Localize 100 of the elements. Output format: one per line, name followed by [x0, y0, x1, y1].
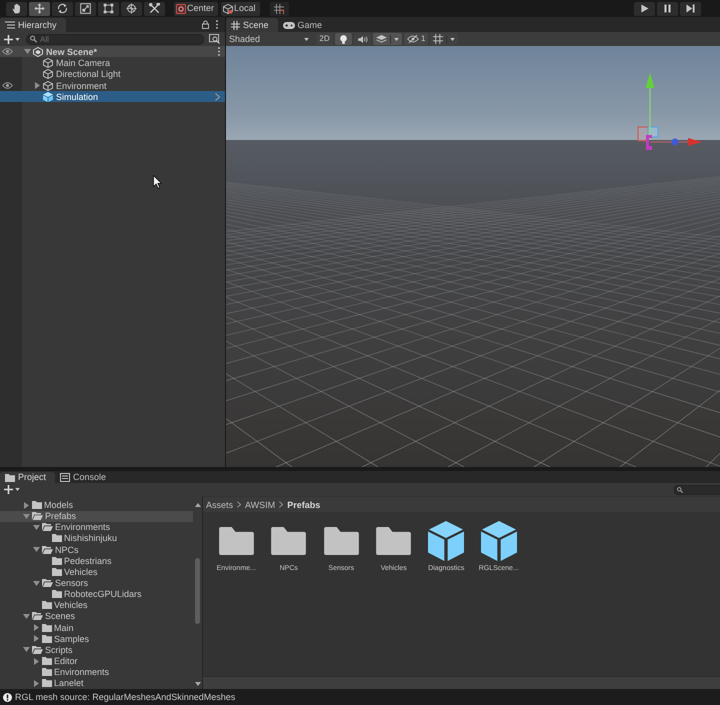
hand-tool-button[interactable]	[6, 2, 27, 16]
folder-item[interactable]: Vehicles	[0, 600, 193, 611]
scroll-up-icon[interactable]	[194, 503, 200, 507]
caret-icon	[450, 38, 456, 40]
folder-item[interactable]: Lanelet	[0, 678, 193, 689]
play-button[interactable]	[634, 2, 655, 16]
chevron-right-icon	[237, 501, 242, 508]
folder-item[interactable]: Prefabs	[0, 510, 193, 522]
move-tool-button[interactable]	[29, 2, 50, 16]
folder-icon	[324, 527, 359, 555]
arrow-down-icon[interactable]	[32, 580, 40, 586]
audio-toggle[interactable]	[354, 33, 371, 45]
arrow-down-icon[interactable]	[32, 524, 40, 530]
scrollbar-thumb[interactable]	[195, 558, 200, 624]
scale-tool-button[interactable]	[75, 2, 96, 16]
arrow-right-icon[interactable]	[34, 624, 38, 632]
hierarchy-item[interactable]: Environment	[0, 80, 225, 92]
pivot-button[interactable]: Center	[174, 2, 218, 16]
scene-header[interactable]: New Scene*	[0, 46, 225, 58]
eye-icon[interactable]	[2, 48, 13, 56]
hierarchy-item[interactable]: Directional Light	[0, 68, 225, 80]
scroll-down-icon[interactable]	[194, 682, 200, 686]
panel-tab[interactable]: Console	[55, 472, 116, 483]
folder-item[interactable]: Environments	[0, 666, 193, 678]
folder-item[interactable]: Scenes	[0, 610, 193, 622]
chevron-right-icon[interactable]	[215, 92, 220, 101]
speaker-icon	[358, 36, 368, 42]
folder-item[interactable]: Main	[0, 622, 193, 634]
console-icon	[60, 473, 70, 482]
lock-icon[interactable]	[202, 20, 209, 29]
add-button[interactable]	[3, 34, 21, 44]
add-button[interactable]	[3, 484, 21, 495]
arrow-down-icon[interactable]	[22, 514, 30, 519]
panel-tab[interactable]: Hierarchy	[0, 18, 66, 32]
folder-item[interactable]: Models	[0, 500, 193, 511]
hash-icon	[231, 20, 240, 30]
open-folder-icon	[32, 646, 43, 654]
folder-item[interactable]: Environments	[0, 522, 193, 533]
folder-item[interactable]: Pedestrians	[0, 555, 193, 566]
hierarchy-item[interactable]: Simulation	[0, 91, 225, 102]
open-folder-icon	[32, 612, 43, 620]
play-icon	[640, 4, 649, 13]
breadcrumb-link[interactable]: Assets	[206, 500, 234, 510]
search-by-type-icon[interactable]	[209, 34, 220, 44]
search-icon	[30, 36, 37, 42]
transform-tool-button[interactable]	[121, 2, 142, 16]
custom-tool-button[interactable]	[144, 2, 165, 16]
arrow-down-icon[interactable]	[22, 647, 30, 652]
lighting-toggle[interactable]	[335, 33, 352, 45]
list-icon	[5, 21, 15, 29]
space-button[interactable]: Local	[221, 2, 260, 16]
panel-tab[interactable]: Game	[278, 18, 332, 32]
folder-item[interactable]: Samples	[0, 633, 193, 644]
arrow-right-icon[interactable]	[34, 635, 38, 642]
folder-item[interactable]: NPCs	[0, 544, 193, 556]
breadcrumb-link[interactable]: Prefabs	[287, 500, 320, 510]
arrow-down-icon[interactable]	[22, 614, 30, 619]
open-folder-icon	[42, 546, 53, 554]
alert-icon	[3, 692, 12, 702]
move-arrows-icon	[34, 3, 45, 14]
folder-item[interactable]: Scripts	[0, 644, 193, 656]
arrow-right-icon[interactable]	[34, 82, 40, 90]
cube-icon	[480, 521, 517, 561]
panel-tab[interactable]: Project	[0, 472, 56, 483]
arrow-down-icon[interactable]	[24, 49, 30, 54]
rotate-tool-button[interactable]	[52, 2, 73, 16]
eye-slash-icon	[407, 35, 419, 43]
gizmos-toggle[interactable]	[430, 33, 458, 45]
cube-icon	[428, 521, 464, 561]
hidden-objects-toggle[interactable]: 1	[404, 33, 428, 45]
mouse-pointer-icon	[153, 175, 162, 189]
grid-snap-button[interactable]	[270, 2, 289, 16]
hierarchy-item[interactable]: Main Camera	[0, 57, 225, 69]
arrow-right-icon[interactable]	[34, 680, 38, 687]
layers-icon	[376, 35, 387, 43]
2d-toggle[interactable]: 2D	[316, 33, 333, 45]
eye-icon[interactable]	[2, 82, 13, 90]
rect-tool-button[interactable]	[98, 2, 119, 16]
folder-item[interactable]: Vehicles	[0, 566, 193, 578]
search-icon	[677, 486, 683, 492]
arrow-right-icon[interactable]	[34, 658, 38, 665]
breadcrumb-link[interactable]: AWSIM	[245, 500, 276, 510]
plus-icon	[4, 34, 13, 44]
arrow-right-icon[interactable]	[24, 502, 28, 509]
folder-item[interactable]: Editor	[0, 655, 193, 667]
panel-tab[interactable]: Scene	[226, 18, 278, 32]
arrow-down-icon[interactable]	[32, 547, 40, 552]
folder-item[interactable]: Sensors	[0, 577, 193, 589]
step-button[interactable]	[680, 2, 701, 16]
folder-icon	[5, 474, 15, 482]
folder-item[interactable]: RobotecGPULidars	[0, 588, 193, 600]
open-folder-icon	[42, 523, 53, 532]
search-field[interactable]: All	[26, 34, 204, 44]
move-gizmo[interactable]	[638, 73, 702, 150]
open-folder-icon	[32, 512, 43, 520]
pause-button[interactable]	[657, 2, 678, 16]
folder-item[interactable]: Nishishinjuku	[0, 532, 193, 544]
search-field[interactable]	[674, 484, 720, 494]
effects-toggle[interactable]	[373, 33, 402, 45]
shading-dropdown[interactable]: Shaded	[228, 33, 314, 45]
